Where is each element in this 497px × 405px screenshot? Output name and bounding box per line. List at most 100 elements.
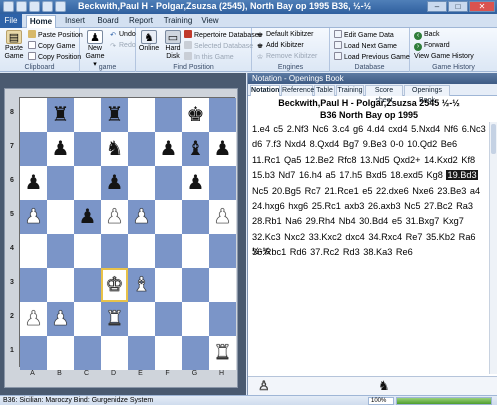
- square-d6[interactable]: ♟: [101, 166, 128, 200]
- square-h4[interactable]: [209, 234, 236, 268]
- square-c5[interactable]: ♟: [74, 200, 101, 234]
- square-b1[interactable]: [47, 336, 74, 370]
- square-c1[interactable]: [74, 336, 101, 370]
- square-f1[interactable]: [155, 336, 182, 370]
- black-knight-icon[interactable]: ♞: [106, 138, 124, 160]
- square-d4[interactable]: [101, 234, 128, 268]
- paste-game-button[interactable]: ▤ Paste Game: [2, 30, 26, 61]
- tab-home[interactable]: Home: [26, 15, 56, 28]
- square-h6[interactable]: [209, 166, 236, 200]
- hard-disk-button[interactable]: ▭ Hard Disk: [162, 30, 184, 61]
- square-e3[interactable]: ♝: [128, 268, 155, 302]
- add-kibitzer-button[interactable]: ♚ Add Kibitzer: [256, 41, 304, 51]
- chess-board[interactable]: ♜ ♜ ♚ ♟ ♞ ♟ ♝ ♟ ♟ ♟ ♟ ♟ ♟ ♟ ♟ ♟ ♚ ♝ ♟ ♟ ♜ ♜: [19, 97, 236, 370]
- selected-database-button[interactable]: Selected Database: [184, 41, 253, 51]
- square-h8[interactable]: [209, 98, 236, 132]
- black-pawn-icon[interactable]: ♟: [79, 206, 97, 228]
- save-icon[interactable]: [16, 1, 27, 12]
- repertoire-database-button[interactable]: Repertoire Database: [184, 30, 259, 40]
- square-g2[interactable]: [182, 302, 209, 336]
- forward-button[interactable]: › Forward: [414, 41, 450, 51]
- white-pawn-icon[interactable]: ♟: [105, 206, 124, 229]
- square-b4[interactable]: [47, 234, 74, 268]
- square-b8[interactable]: ♜: [47, 98, 74, 132]
- square-h1[interactable]: ♜: [209, 336, 236, 370]
- square-a3[interactable]: [20, 268, 47, 302]
- square-h2[interactable]: [209, 302, 236, 336]
- minimize-button[interactable]: –: [427, 1, 447, 12]
- white-bishop-icon[interactable]: ♝: [132, 274, 151, 297]
- square-b3[interactable]: [47, 268, 74, 302]
- square-a7[interactable]: [20, 132, 47, 166]
- tab-insert[interactable]: Insert: [60, 15, 90, 28]
- square-f5[interactable]: [155, 200, 182, 234]
- square-e4[interactable]: [128, 234, 155, 268]
- file-menu-button[interactable]: File: [0, 14, 22, 28]
- tab-training[interactable]: Training: [160, 15, 196, 28]
- square-e8[interactable]: [128, 98, 155, 132]
- white-pawn-icon[interactable]: ♟: [24, 206, 43, 229]
- load-previous-game-button[interactable]: Load Previous Game: [334, 52, 410, 62]
- square-g6[interactable]: ♟: [182, 166, 209, 200]
- white-rook-icon[interactable]: ♜: [105, 308, 124, 331]
- maximize-button[interactable]: □: [448, 1, 468, 12]
- redo-button[interactable]: ↷ Redo: [109, 41, 136, 51]
- black-pawn-icon[interactable]: ♟: [106, 172, 124, 194]
- square-d5[interactable]: ♟: [101, 200, 128, 234]
- customize-icon[interactable]: [55, 1, 66, 12]
- square-c2[interactable]: [74, 302, 101, 336]
- tab-table[interactable]: Table: [314, 85, 335, 96]
- square-g4[interactable]: [182, 234, 209, 268]
- tab-report[interactable]: Report: [125, 15, 157, 28]
- square-e7[interactable]: [128, 132, 155, 166]
- square-b7[interactable]: ♟: [47, 132, 74, 166]
- move-list[interactable]: 1.e4 c5 2.Nf3 Nc6 3.c4 g6 4.d4 cxd4 5.Nx…: [252, 122, 488, 261]
- square-h7[interactable]: ♟: [209, 132, 236, 166]
- load-next-game-button[interactable]: Load Next Game: [334, 41, 397, 51]
- square-g5[interactable]: [182, 200, 209, 234]
- square-c6[interactable]: [74, 166, 101, 200]
- square-f7[interactable]: ♟: [155, 132, 182, 166]
- square-b6[interactable]: [47, 166, 74, 200]
- black-pawn-icon[interactable]: ♟: [187, 172, 205, 194]
- square-g8[interactable]: ♚: [182, 98, 209, 132]
- black-pawn-icon[interactable]: ♟: [25, 172, 43, 194]
- white-pawn-icon[interactable]: ♟: [213, 206, 232, 229]
- tab-training[interactable]: Training: [336, 85, 364, 96]
- undo-button[interactable]: ↶ Undo: [109, 30, 136, 40]
- tab-view[interactable]: View: [198, 15, 222, 28]
- black-bishop-icon[interactable]: ♝: [187, 138, 205, 160]
- undo-icon[interactable]: [29, 1, 40, 12]
- copy-game-button[interactable]: Copy Game: [28, 41, 75, 51]
- square-d8[interactable]: ♜: [101, 98, 128, 132]
- tab-notation[interactable]: Notation: [250, 85, 280, 96]
- tab-board[interactable]: Board: [94, 15, 122, 28]
- in-this-game-button[interactable]: In this Game: [184, 52, 234, 62]
- edit-game-data-button[interactable]: Edit Game Data: [334, 30, 394, 40]
- square-g3[interactable]: [182, 268, 209, 302]
- black-king-icon[interactable]: ♚: [187, 104, 205, 126]
- view-game-history-button[interactable]: View Game History: [414, 52, 474, 62]
- close-button[interactable]: ✕: [469, 1, 495, 12]
- square-b2[interactable]: ♟: [47, 302, 74, 336]
- black-pawn-icon[interactable]: ♟: [160, 138, 178, 160]
- square-h5[interactable]: ♟: [209, 200, 236, 234]
- square-f4[interactable]: [155, 234, 182, 268]
- square-d3[interactable]: ♚: [101, 268, 128, 302]
- square-b5[interactable]: [47, 200, 74, 234]
- white-pawn-icon[interactable]: ♟: [24, 308, 43, 331]
- square-e2[interactable]: [128, 302, 155, 336]
- white-rook-icon[interactable]: ♜: [213, 342, 232, 365]
- square-d2[interactable]: ♜: [101, 302, 128, 336]
- square-c4[interactable]: [74, 234, 101, 268]
- tab-openings-book[interactable]: Openings Book: [404, 85, 450, 104]
- square-f8[interactable]: [155, 98, 182, 132]
- black-pawn-icon[interactable]: ♟: [52, 138, 70, 160]
- redo-icon[interactable]: [42, 1, 53, 12]
- square-a1[interactable]: [20, 336, 47, 370]
- white-king-icon[interactable]: ♚: [105, 274, 124, 297]
- square-e6[interactable]: [128, 166, 155, 200]
- black-rook-icon[interactable]: ♜: [106, 104, 124, 126]
- square-d7[interactable]: ♞: [101, 132, 128, 166]
- square-d1[interactable]: [101, 336, 128, 370]
